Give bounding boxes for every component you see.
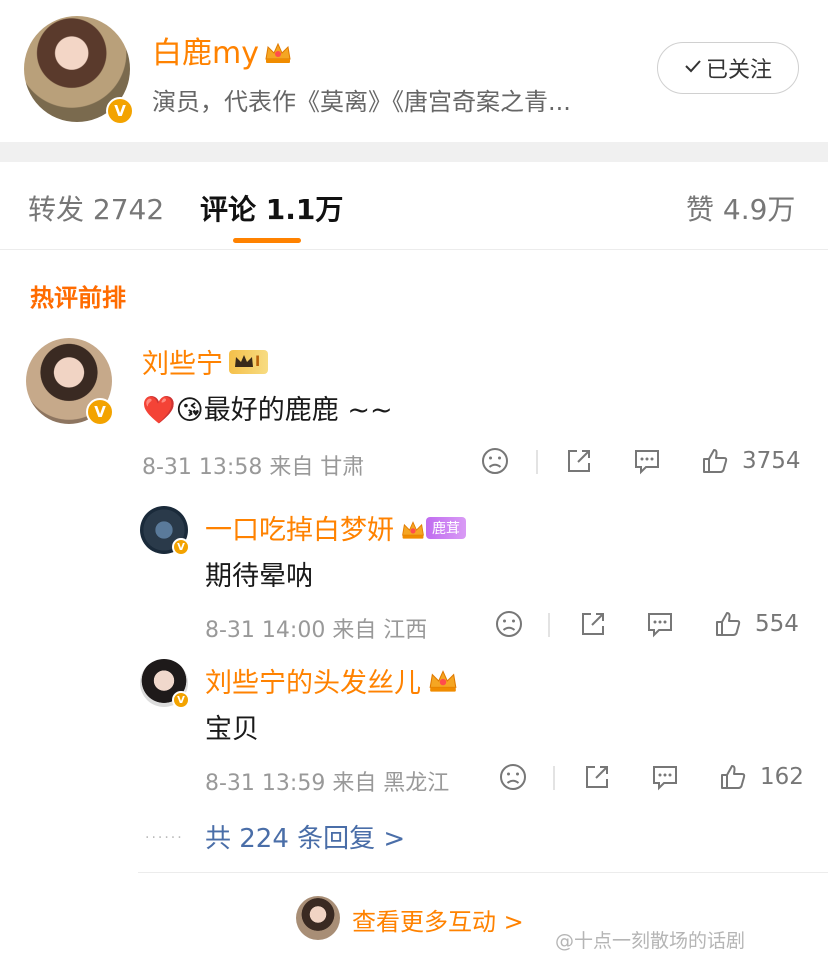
frown-icon [500, 764, 526, 790]
footer-divider [138, 872, 828, 873]
author-name-text[interactable]: 白鹿my [152, 28, 259, 72]
thumbs-up-icon [721, 765, 746, 789]
level-badge: I [229, 349, 269, 374]
action-divider [548, 613, 550, 637]
dislike-button[interactable] [494, 609, 524, 639]
like-count: 3754 [742, 448, 801, 474]
action-divider [553, 766, 555, 790]
tab-repost[interactable]: 转发 2742 [28, 188, 164, 228]
comment-icon [648, 613, 672, 638]
replier-name-text[interactable]: 一口吃掉白梦妍 [205, 508, 394, 547]
follow-button[interactable]: 已关注 [657, 42, 799, 94]
replier-name[interactable]: 一口吃掉白梦妍 鹿茸 [205, 508, 466, 547]
author-description: 演员，代表作《莫离》《唐宫奇案之青... [152, 88, 571, 116]
action-divider [536, 450, 538, 474]
interaction-avatar [296, 896, 340, 940]
reply-meta: 8-31 13:59 来自 黑龙江 [205, 771, 450, 796]
thumbs-up-icon [703, 449, 728, 473]
follow-button-label: 已关注 [705, 58, 772, 83]
reply-text: 宝贝 [205, 714, 259, 745]
share-button[interactable] [564, 446, 594, 476]
reply-button[interactable] [632, 446, 662, 476]
reply-meta: 8-31 14:00 来自 江西 [205, 618, 428, 643]
commenter-name-text[interactable]: 刘些宁 [142, 342, 223, 381]
share-icon [586, 766, 608, 788]
post-author-header: V 白鹿my 演员，代表作《莫离》《唐宫奇案之青... 已关注 [0, 0, 828, 142]
crown-icon [263, 38, 293, 63]
reply-button[interactable] [645, 609, 675, 639]
share-icon [582, 613, 604, 635]
like-count: 162 [760, 764, 804, 790]
verified-badge-icon: V [172, 538, 190, 556]
dislike-button[interactable] [498, 762, 528, 792]
reply-text: 期待晕呐 [205, 561, 313, 592]
author-name[interactable]: 白鹿my [152, 28, 293, 72]
active-tab-indicator [233, 238, 301, 243]
tab-comment[interactable]: 评论 1.1万 [200, 188, 343, 228]
verified-badge-icon: V [106, 97, 134, 125]
post-tabs: 转发 2742 评论 1.1万 赞 4.9万 [0, 162, 828, 250]
tab-like[interactable]: 赞 4.9万 [686, 188, 795, 228]
comment-meta: 8-31 13:58 来自 甘肃 [142, 455, 365, 480]
thumbs-up-icon [716, 612, 741, 636]
section-separator [0, 142, 828, 162]
comment-icon [635, 450, 659, 475]
frown-icon [496, 611, 522, 637]
like-button[interactable]: 162 [718, 762, 804, 792]
hot-comments-title: 热评前排 [30, 284, 126, 312]
like-button[interactable]: 554 [713, 609, 799, 639]
check-icon [684, 56, 702, 81]
commenter-name[interactable]: 刘些宁 I [142, 342, 269, 381]
more-replies-dots: ...... [145, 826, 184, 842]
fan-badge: 鹿茸 [426, 516, 466, 539]
comment-text: ❤️😘最好的鹿鹿 ~~ [142, 395, 393, 426]
like-count: 554 [755, 611, 799, 637]
verified-badge-icon: V [172, 691, 190, 709]
comment-icon [653, 766, 677, 791]
watermark-text: @十点一刻散场的话剧 [555, 930, 746, 952]
reply-button[interactable] [650, 762, 680, 792]
share-button[interactable] [582, 762, 612, 792]
crown-icon [427, 668, 459, 694]
replier-name[interactable]: 刘些宁的头发丝儿 [205, 661, 459, 700]
level-badge-label: I [255, 353, 261, 370]
share-button[interactable] [578, 609, 608, 639]
view-more-interactions-link[interactable]: 查看更多互动 > [352, 902, 524, 937]
crown-icon [400, 517, 426, 539]
verified-badge-icon: V [86, 398, 114, 426]
more-replies-link[interactable]: 共 224 条回复 > [205, 818, 405, 855]
share-icon [568, 450, 590, 472]
replier-name-text[interactable]: 刘些宁的头发丝儿 [205, 661, 421, 700]
frown-icon [482, 448, 508, 474]
dislike-button[interactable] [480, 446, 510, 476]
like-button[interactable]: 3754 [700, 446, 801, 476]
